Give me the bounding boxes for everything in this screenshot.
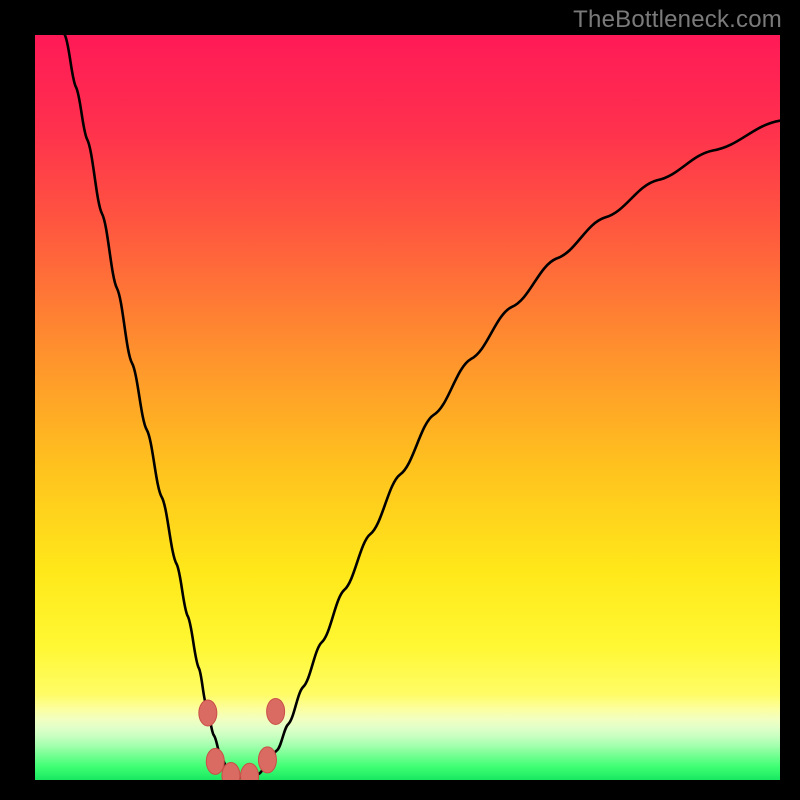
curve-marker — [258, 747, 276, 773]
curve-marker — [199, 700, 217, 726]
curve-marker — [206, 748, 224, 774]
curve-markers — [199, 698, 285, 780]
watermark-text: TheBottleneck.com — [573, 6, 782, 34]
curve-marker — [241, 763, 259, 780]
bottleneck-curve — [65, 35, 780, 779]
plot-area — [35, 35, 780, 780]
curve-layer — [35, 35, 780, 780]
curve-marker — [267, 698, 285, 724]
chart-container: TheBottleneck.com — [0, 0, 800, 800]
